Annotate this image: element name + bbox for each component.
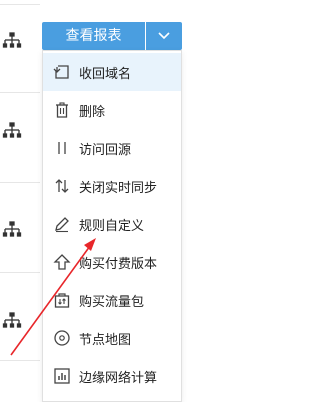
- pencil-icon: [55, 217, 69, 233]
- sync-arrows-icon: [55, 179, 69, 193]
- menu-item-disable-realtime-sync[interactable]: 关闭实时同步: [43, 167, 181, 205]
- menu-item-edge-computing[interactable]: 边缘网络计算: [43, 357, 181, 395]
- menu-item-delete[interactable]: 删除: [43, 91, 181, 129]
- origin-pull-icon: [58, 142, 66, 154]
- actions-dropdown-menu: 收回域名 删除 访问回源 关闭实时同步 规则自定义 购买付费版本 购买流量包 节…: [42, 50, 182, 402]
- menu-item-label: 规则自定义: [79, 218, 145, 234]
- menu-item-origin-pull[interactable]: 访问回源: [43, 129, 181, 167]
- upgrade-arrow-icon: [53, 254, 71, 270]
- menu-item-label: 收回域名: [79, 66, 132, 82]
- trash-icon: [56, 102, 68, 118]
- menu-item-node-map[interactable]: 节点地图: [43, 319, 181, 357]
- menu-item-label: 边缘网络计算: [79, 370, 158, 386]
- report-split-button: 查看报表: [42, 22, 182, 50]
- traffic-package-icon: [54, 293, 70, 308]
- row-divider: [0, 272, 40, 273]
- menu-item-buy-paid-version[interactable]: 购买付费版本: [43, 243, 181, 281]
- menu-item-reclaim-domain[interactable]: 收回域名: [43, 53, 181, 91]
- row-divider: [0, 92, 40, 93]
- network-topology-icon[interactable]: [2, 122, 22, 138]
- menu-item-label: 访问回源: [79, 142, 132, 158]
- menu-item-label: 购买付费版本: [79, 256, 158, 272]
- network-topology-icon[interactable]: [2, 32, 22, 48]
- reclaim-domain-icon: [53, 65, 69, 79]
- menu-item-custom-rules[interactable]: 规则自定义: [43, 205, 181, 243]
- row-divider: [0, 4, 40, 5]
- bar-chart-icon: [54, 368, 70, 384]
- row-divider: [0, 182, 40, 183]
- row-divider: [0, 360, 40, 361]
- map-pin-icon: [54, 330, 70, 346]
- menu-item-label: 节点地图: [79, 332, 132, 348]
- dropdown-toggle[interactable]: [146, 22, 182, 50]
- table-rows-strip: [0, 0, 40, 400]
- view-report-button[interactable]: 查看报表: [42, 22, 145, 50]
- chevron-down-icon: [158, 32, 170, 40]
- menu-item-label: 删除: [79, 104, 106, 120]
- menu-item-buy-traffic-package[interactable]: 购买流量包: [43, 281, 181, 319]
- menu-item-label: 购买流量包: [79, 294, 145, 310]
- menu-item-label: 关闭实时同步: [79, 180, 158, 196]
- network-topology-icon[interactable]: [2, 312, 22, 328]
- network-topology-icon[interactable]: [2, 221, 22, 237]
